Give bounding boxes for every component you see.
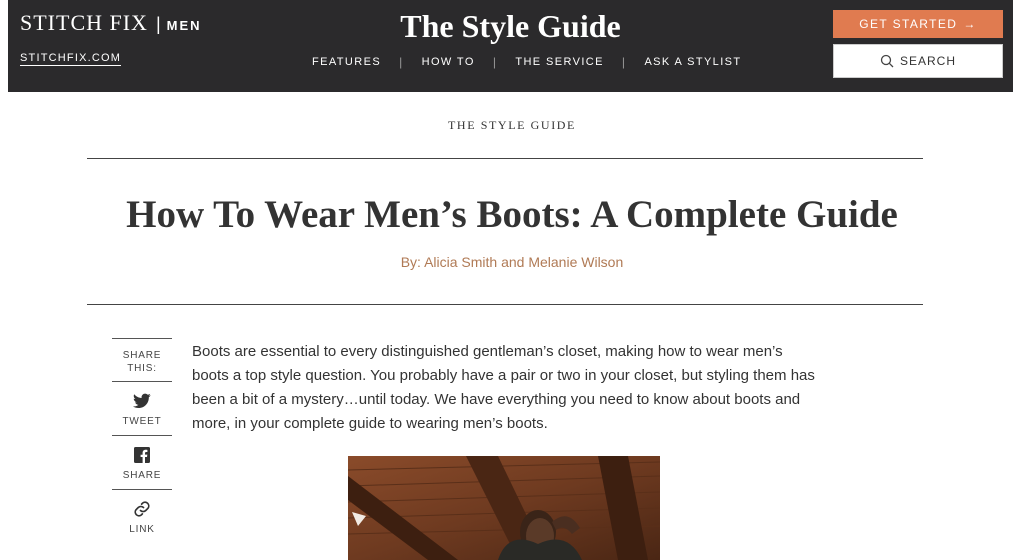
article-hero-image [348, 456, 660, 560]
section-kicker[interactable]: THE STYLE GUIDE [0, 118, 1024, 133]
share-title-line: THIS: [127, 363, 157, 374]
tweet-button[interactable]: TWEET [112, 382, 172, 435]
share-sidebar: SHARE THIS: TWEET SHARE LINK [112, 338, 172, 543]
article-title: How To Wear Men’s Boots: A Complete Guid… [126, 193, 898, 236]
divider [87, 304, 923, 305]
site-header: STITCH FIX | MEN STITCHFIX.COM The Style… [8, 0, 1013, 92]
link-icon [133, 500, 151, 518]
nav-separator: | [399, 55, 404, 69]
nav-the-service[interactable]: THE SERVICE [507, 56, 612, 68]
main-nav: FEATURES | HOW TO | THE SERVICE | ASK A … [304, 55, 750, 69]
hero-photo [348, 456, 660, 560]
nav-separator: | [492, 55, 498, 69]
facebook-share-button[interactable]: SHARE [112, 436, 172, 489]
byline: By: Alicia Smith and Melanie Wilson [400, 254, 624, 270]
nav-features[interactable]: FEATURES [304, 56, 389, 68]
share-title: SHARE THIS: [112, 339, 172, 381]
article-intro: Boots are essential to every distinguish… [192, 343, 815, 432]
share-title-line: SHARE [122, 350, 162, 361]
arrow-right-icon: → [963, 17, 977, 31]
divider [87, 158, 923, 159]
facebook-share-label: SHARE [122, 470, 162, 481]
tweet-label: TWEET [122, 416, 162, 427]
nav-ask-a-stylist[interactable]: ASK A STYLIST [636, 56, 749, 68]
facebook-icon [133, 446, 151, 464]
link-label: LINK [129, 524, 155, 535]
copy-link-button[interactable]: LINK [112, 490, 172, 543]
search-icon [880, 54, 894, 68]
twitter-icon [133, 392, 151, 410]
home-link[interactable]: STITCHFIX.COM [20, 52, 122, 66]
nav-how-to[interactable]: HOW TO [414, 56, 483, 68]
get-started-button[interactable]: GET STARTED → [833, 10, 1003, 38]
get-started-label: GET STARTED [859, 17, 958, 31]
nav-separator: | [621, 55, 627, 69]
search-label: SEARCH [899, 54, 956, 68]
search-button[interactable]: SEARCH [833, 44, 1003, 78]
